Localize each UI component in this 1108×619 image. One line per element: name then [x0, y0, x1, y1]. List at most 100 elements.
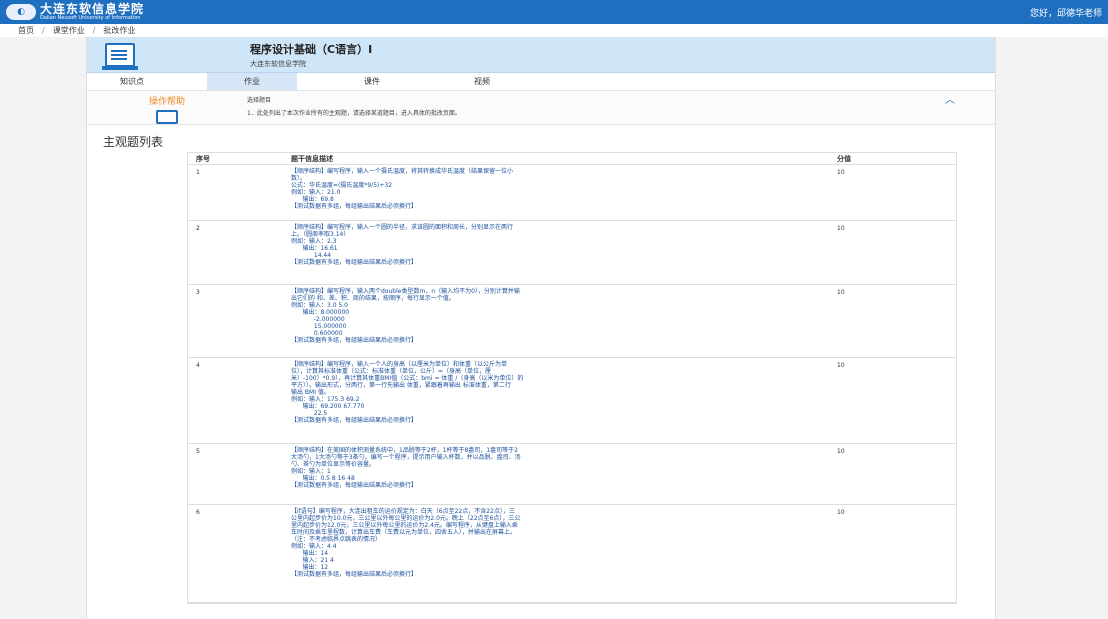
breadcrumb-separator: /	[92, 26, 96, 35]
logo-subname: Dalian Neusoft University of Information	[40, 15, 141, 21]
description-line: 15.000000	[291, 323, 347, 330]
logo-name: 大连东软信息学院	[40, 2, 145, 16]
question-description-link[interactable]: 【顺序结构】在美国的体积测量系统中，1品脱等于2杯，1杯等于8盎司，1盎司等于2…	[285, 444, 833, 504]
row-number: 1	[196, 169, 200, 176]
description-line: 输出：8.000000	[291, 309, 350, 316]
description-line: 勺、茶勺为单位显示等价容量。	[291, 461, 376, 468]
description-line: 例如：输入：2.3	[291, 238, 337, 245]
description-line: 输出 BMI 值。	[291, 389, 330, 396]
help-panel: 操作帮助 选择题目 1．此处列出了本次作业所有的主观题，请选择某道题目，进入具体…	[87, 91, 995, 125]
header-description: 题干信息描述	[291, 154, 333, 163]
breadcrumb-grading: 批改作业	[103, 26, 136, 35]
breadcrumb-home[interactable]: 首页	[18, 25, 34, 36]
description-line: 数）。	[291, 175, 307, 182]
main-content: 程序设计基础（C语言）I 大连东软信息学院 知识点 作业 课件 视频 操作帮助 …	[86, 37, 996, 619]
course-board-icon	[102, 42, 138, 70]
row-number: 3	[196, 289, 200, 296]
question-description-link[interactable]: 【顺序结构】编写程序，输入两个double类型数m，n（输入均不为0），分别计算…	[285, 285, 833, 357]
course-tabs: 知识点 作业 课件 视频	[87, 73, 995, 91]
description-line: 【测试数据有多组，每组输出结果后必须换行】	[291, 259, 418, 266]
description-line: 例如：输入：1	[291, 468, 331, 475]
table-row[interactable]: 4 【顺序结构】编写程序，输入一个人的身高（以厘米为单位）和体重（以公斤为单 位），…	[188, 358, 956, 444]
row-score: 10	[837, 289, 845, 296]
question-table: 序号 题干信息描述 分值 1 【顺序结构】编写程序，输入一个摄氏温度，将其转换成华…	[187, 152, 957, 604]
description-line: 平方））。输出形式，分两行，第一行先输出 体重，紧跟着再输出 标准体重，第二行	[291, 382, 511, 389]
table-row[interactable]: 1 【顺序结构】编写程序，输入一个摄氏温度，将其转换成华氏温度（结果保留一位小 数）…	[188, 165, 956, 221]
description-line: 14.44	[291, 252, 332, 259]
school-logo[interactable]: ◐ 大连东软信息学院 Dalian Neusoft University of …	[6, 3, 144, 21]
help-label: 操作帮助	[148, 97, 185, 107]
collapse-chevron-up-icon[interactable]: ︿	[945, 91, 955, 106]
description-line: 输出：69.8	[291, 196, 334, 203]
header-number: 序号	[196, 154, 210, 163]
row-score: 10	[837, 225, 845, 232]
description-line: 上。（圆周率取3.14）	[291, 231, 350, 238]
tab-courseware[interactable]: 课件	[327, 73, 417, 90]
tab-knowledge[interactable]: 知识点	[87, 73, 177, 90]
tab-homework[interactable]: 作业	[207, 73, 297, 90]
help-left: 操作帮助	[87, 91, 247, 124]
table-row[interactable]: 3 【顺序结构】编写程序，输入两个double类型数m，n（输入均不为0），分别计…	[188, 285, 956, 358]
table-body: 1 【顺序结构】编写程序，输入一个摄氏温度，将其转换成华氏温度（结果保留一位小 数）…	[188, 165, 956, 603]
description-line: 【顺序结构】编写程序，输入一个人的身高（以厘米为单位）和体重（以公斤为单	[291, 361, 508, 368]
top-bar: ◐ 大连东软信息学院 Dalian Neusoft University of …	[0, 0, 1108, 24]
description-line: 米）-100）*0.9），再计算其体重BMI值（公式：bmi = 体重 /（身高…	[291, 375, 524, 382]
logo-text-group: 大连东软信息学院 Dalian Neusoft University of In…	[40, 3, 144, 21]
question-description-link[interactable]: 【顺序结构】编写程序，输入一个人的身高（以厘米为单位）和体重（以公斤为单 位），计…	[285, 358, 833, 443]
description-line: 输出：12	[291, 564, 329, 571]
course-title: 程序设计基础（C语言）I	[250, 42, 373, 56]
section-title: 主观题列表	[103, 135, 164, 149]
row-score: 10	[837, 448, 845, 455]
user-greeting[interactable]: 您好，邱德华老师	[1030, 6, 1102, 19]
row-score: 10	[837, 169, 845, 176]
help-step-title: 选择题目	[247, 97, 272, 104]
tab-video[interactable]: 视频	[437, 73, 527, 90]
description-line: 例如：输入：175.3 69.2	[291, 396, 360, 403]
description-line: 【测试数据有多组，每组输出结果后必须换行】	[291, 417, 418, 424]
description-line: 输出：69.200 67.770	[291, 403, 365, 410]
description-line: 【测试数据有多组，每组输出结果后必须换行】	[291, 482, 418, 489]
row-number: 6	[196, 509, 200, 516]
description-line: 22.5	[291, 410, 328, 417]
description-line: 例如：输入：4 4	[291, 543, 337, 550]
description-line: 公里内起步价为10.0元，三公里以外每公里的运价为2.0元。晚上（22点至6点）…	[291, 515, 521, 522]
description-line: 大汤勺，1大汤勺等于3茶勺。编写一个程序，提示用户输入杯数，并以品脱、盎司、汤	[291, 454, 521, 461]
description-line: 【测试数据有多组，每组输出结果后必须换行】	[291, 203, 418, 210]
description-line: 输出：14	[291, 550, 329, 557]
description-line: 出它们的 和、差、积、商的结果，按顺序，每行显示一个值。	[291, 295, 455, 302]
description-line: 【if语句】编写程序，大连出租车的运价规定为：白天（6点至22点，不含22点），…	[291, 508, 515, 515]
help-text: 选择题目 1．此处列出了本次作业所有的主观题，请选择某道题目，进入具体的批改页面…	[247, 91, 461, 124]
table-row[interactable]: 6 【if语句】编写程序，大连出租车的运价规定为：白天（6点至22点，不含22点）…	[188, 505, 956, 603]
question-description-link[interactable]: 【顺序结构】编写程序，输入一个摄氏温度，将其转换成华氏温度（结果保留一位小 数）。…	[285, 165, 833, 220]
question-description-link[interactable]: 【顺序结构】编写程序，输入一个圆的半径，求该圆的面积和周长，分别显示在两行 上。（…	[285, 221, 833, 284]
description-line: 里内起步价为12.0元，三公里以外每公里的运价为2.4元。编写程序，从键盘上输入…	[291, 522, 518, 529]
help-step-desc: 1．此处列出了本次作业所有的主观题，请选择某道题目，进入具体的批改页面。	[247, 110, 461, 117]
description-line: 【顺序结构】编写程序，输入一个摄氏温度，将其转换成华氏温度（结果保留一位小	[291, 168, 514, 175]
row-number: 5	[196, 448, 200, 455]
row-score: 10	[837, 362, 845, 369]
description-line: 例如：输入：21.0	[291, 189, 341, 196]
description-line: 公式：华氏温度=(摄氏温度*9/5)+32	[291, 182, 393, 189]
breadcrumb-classwork[interactable]: 课堂作业	[53, 25, 85, 36]
breadcrumb: 首页 / 课堂作业 / 批改作业	[0, 24, 1108, 37]
description-line: 【顺序结构】在美国的体积测量系统中，1品脱等于2杯，1杯等于8盎司，1盎司等于2	[291, 447, 518, 454]
table-row[interactable]: 2 【顺序结构】编写程序，输入一个圆的半径，求该圆的面积和周长，分别显示在两行 上。…	[188, 221, 956, 285]
description-line: -2.000000	[291, 316, 345, 323]
question-description-link[interactable]: 【if语句】编写程序，大连出租车的运价规定为：白天（6点至22点，不含22点），…	[285, 505, 833, 602]
description-line: 【测试数据有多组，每组输出结果后必须换行】	[291, 337, 418, 344]
description-line: 输出：0.5 8 16 48	[291, 475, 355, 482]
description-line: 0.600000	[291, 330, 343, 337]
course-info: 程序设计基础（C语言）I 大连东软信息学院	[250, 41, 372, 69]
header-score: 分值	[837, 154, 851, 163]
description-line: 车时间及乘车里程数，计算出车费（车费以元为单位，四舍五入），并输出在屏幕上。	[291, 529, 517, 536]
table-header: 序号 题干信息描述 分值	[188, 153, 956, 165]
screen-help-icon	[156, 110, 178, 124]
breadcrumb-separator: /	[42, 26, 45, 35]
description-line: 【顺序结构】编写程序，输入两个double类型数m，n（输入均不为0），分别计算…	[291, 288, 520, 295]
row-number: 4	[196, 362, 200, 369]
table-row[interactable]: 5 【顺序结构】在美国的体积测量系统中，1品脱等于2杯，1杯等于8盎司，1盎司等于…	[188, 444, 956, 505]
logo-emblem-icon: ◐	[6, 4, 36, 20]
row-score: 10	[837, 509, 845, 516]
description-line: 输入：21 4	[291, 557, 334, 564]
description-line: 【顺序结构】编写程序，输入一个圆的半径，求该圆的面积和周长，分别显示在两行	[291, 224, 514, 231]
